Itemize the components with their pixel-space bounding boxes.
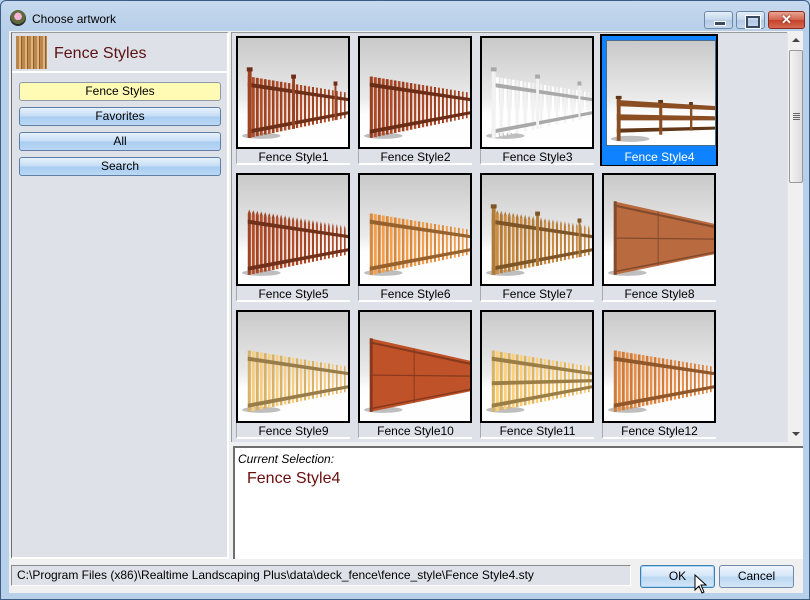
gallery-item-label: Fence Style1 <box>236 149 350 165</box>
gallery-item-label: Fence Style4 <box>602 149 716 165</box>
gallery-item-label: Fence Style9 <box>236 423 350 439</box>
grip-icon <box>793 113 800 120</box>
fence-thumbnail[interactable] <box>358 310 472 423</box>
dialog-body: Fence Styles Fence Styles Favorites All … <box>9 31 803 593</box>
gallery-item-label: Fence Style7 <box>480 286 594 302</box>
category-title: Fence Styles <box>54 45 147 62</box>
current-selection-label: Current Selection: <box>238 452 335 466</box>
gallery-item[interactable]: Fence Style4 <box>600 34 718 166</box>
category-header: Fence Styles <box>12 33 227 73</box>
scrollbar-thumb[interactable] <box>789 50 803 183</box>
fence-thumbnail[interactable] <box>236 310 350 423</box>
fence-preview-icon <box>242 209 348 276</box>
scroll-down-arrow-icon[interactable] <box>792 432 800 436</box>
window-title: Choose artwork <box>32 12 117 26</box>
fence-preview-icon <box>364 338 470 413</box>
fence-thumbnail[interactable] <box>602 173 716 286</box>
gallery-item[interactable]: Fence Style5 <box>236 173 350 303</box>
mouse-cursor-icon <box>694 573 708 594</box>
minimize-button[interactable] <box>704 11 733 29</box>
gallery-item[interactable]: Fence Style10 <box>358 310 472 440</box>
fence-thumbnail[interactable] <box>358 36 472 149</box>
fence-preview-icon <box>611 95 715 142</box>
nav-fence-styles-button[interactable]: Fence Styles <box>19 82 221 101</box>
category-panel: Fence Styles Fence Styles Favorites All … <box>11 32 229 559</box>
gallery-item-label: Fence Style6 <box>358 286 472 302</box>
gallery-item-label: Fence Style12 <box>602 423 716 439</box>
gallery-item-label: Fence Style2 <box>358 149 472 165</box>
gallery-item[interactable]: Fence Style9 <box>236 310 350 440</box>
maximize-button[interactable] <box>736 11 765 29</box>
fence-preview-icon <box>364 76 470 139</box>
fence-preview-icon <box>242 67 348 139</box>
gallery-item[interactable]: Fence Style8 <box>602 173 716 303</box>
gallery-item[interactable]: Fence Style11 <box>480 310 594 440</box>
fence-thumbnail[interactable] <box>480 310 594 423</box>
close-button[interactable]: ✕ <box>768 11 805 29</box>
app-flower-icon <box>10 10 26 26</box>
gallery-scrollbar[interactable] <box>787 32 803 442</box>
nav-search-button[interactable]: Search <box>19 157 221 176</box>
fence-thumbnail[interactable] <box>606 40 716 146</box>
gallery-item[interactable]: Fence Style2 <box>358 36 472 166</box>
gallery-item-label: Fence Style11 <box>480 423 594 439</box>
fence-thumbnail[interactable] <box>236 36 350 149</box>
fence-thumbnail[interactable] <box>236 173 350 286</box>
fence-preview-icon <box>608 201 714 276</box>
title-bar: Choose artwork ✕ <box>1 1 809 33</box>
fence-thumbnail[interactable] <box>480 173 594 286</box>
fence-preview-icon <box>486 67 592 139</box>
cancel-button[interactable]: Cancel <box>719 565 794 588</box>
fence-thumbnail[interactable] <box>480 36 594 149</box>
fence-category-thumbnail <box>16 36 47 69</box>
fence-preview-icon <box>242 350 348 413</box>
fence-preview-icon <box>486 204 592 276</box>
artwork-gallery: Fence Style1 Fence Style2 Fence Style3 Fenc… <box>231 32 803 442</box>
gallery-item-label: Fence Style5 <box>236 286 350 302</box>
gallery-item[interactable]: Fence Style6 <box>358 173 472 303</box>
gallery-item-label: Fence Style3 <box>480 149 594 165</box>
current-selection-panel: Current Selection: Fence Style4 <box>233 446 803 559</box>
current-selection-value: Fence Style4 <box>247 470 341 487</box>
gallery-item[interactable]: Fence Style12 <box>602 310 716 440</box>
fence-thumbnail[interactable] <box>358 173 472 286</box>
scroll-up-arrow-icon[interactable] <box>792 38 800 42</box>
nav-favorites-button[interactable]: Favorites <box>19 107 221 126</box>
nav-all-button[interactable]: All <box>19 132 221 151</box>
fence-thumbnail[interactable] <box>602 310 716 423</box>
file-path-field: C:\Program Files (x86)\Realtime Landscap… <box>11 565 631 586</box>
gallery-item-label: Fence Style10 <box>358 423 472 439</box>
fence-preview-icon <box>364 213 470 276</box>
choose-artwork-dialog: Choose artwork ✕ Fence Styles Fence Styl… <box>0 0 810 600</box>
fence-preview-icon <box>608 350 714 413</box>
gallery-item[interactable]: Fence Style7 <box>480 173 594 303</box>
close-icon: ✕ <box>781 12 792 27</box>
gallery-item[interactable]: Fence Style3 <box>480 36 594 166</box>
gallery-item-label: Fence Style8 <box>602 286 716 302</box>
gallery-item[interactable]: Fence Style1 <box>236 36 350 166</box>
fence-preview-icon <box>486 350 592 413</box>
